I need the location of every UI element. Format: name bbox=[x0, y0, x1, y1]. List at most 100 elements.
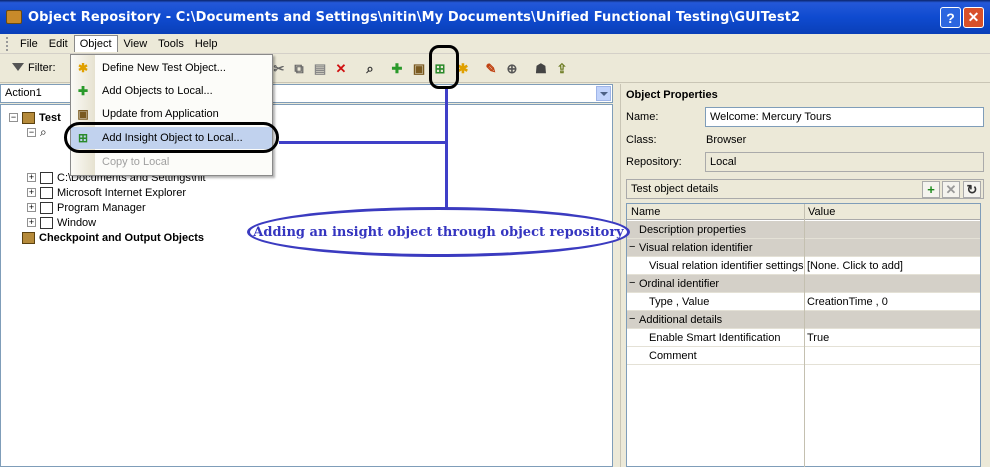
expand-icon[interactable]: + bbox=[27, 203, 36, 212]
class-label: Class: bbox=[626, 134, 657, 146]
tree-root-label: Test bbox=[39, 111, 61, 124]
expand-icon[interactable]: + bbox=[27, 218, 36, 227]
expand-icon[interactable]: + bbox=[27, 188, 36, 197]
repository-field: Local bbox=[705, 152, 984, 172]
menu-item-label: Add Objects to Local... bbox=[102, 85, 213, 97]
object-properties-panel: Object Properties Name: Welcome: Mercury… bbox=[620, 84, 990, 467]
green-plus-icon: ✚ bbox=[77, 84, 89, 98]
annotation-line bbox=[445, 89, 448, 210]
tree-item-label: Program Manager bbox=[57, 201, 146, 214]
collapse-icon[interactable]: − bbox=[27, 128, 36, 137]
menu-help[interactable]: Help bbox=[190, 36, 223, 52]
grid-header-value: Value bbox=[808, 206, 836, 218]
annotation-ellipse-menu-item bbox=[64, 122, 279, 153]
collapse-icon[interactable]: − bbox=[629, 277, 635, 289]
object-menu: ✱ Define New Test Object... ✚ Add Object… bbox=[70, 54, 273, 176]
highlight-icon[interactable]: ✎ bbox=[482, 60, 500, 78]
filter-label: Filter: bbox=[28, 62, 56, 74]
grid-row-name: Enable Smart Identification bbox=[649, 332, 781, 344]
chevron-down-icon[interactable] bbox=[596, 86, 611, 101]
tree-root[interactable]: − Test bbox=[9, 110, 61, 125]
grid-row-value[interactable]: True bbox=[807, 332, 829, 344]
grid-row-name: Comment bbox=[649, 350, 697, 362]
grid-row-name: Ordinal identifier bbox=[639, 278, 720, 290]
star-icon: ✱ bbox=[77, 61, 89, 75]
tree-browser-node[interactable]: − ⌕ bbox=[27, 125, 47, 140]
browser-icon: ⌕ bbox=[40, 125, 47, 139]
tree-checkpoint-node[interactable]: Checkpoint and Output Objects bbox=[22, 230, 204, 245]
menu-item-label: Copy to Local bbox=[102, 156, 170, 168]
grid-row-name: Description properties bbox=[639, 224, 746, 236]
tree-item[interactable]: + Microsoft Internet Explorer bbox=[27, 185, 186, 200]
close-button[interactable]: ✕ bbox=[963, 7, 984, 28]
repository-label: Repository: bbox=[626, 156, 682, 168]
find-icon[interactable]: ⌕ bbox=[361, 60, 379, 78]
menu-item-define-new-test-object[interactable]: ✱ Define New Test Object... bbox=[71, 57, 272, 79]
tree-checkpoint-label: Checkpoint and Output Objects bbox=[39, 231, 205, 244]
grid-row-name: Additional details bbox=[639, 314, 723, 326]
menu-tools[interactable]: Tools bbox=[153, 36, 189, 52]
remove-property-icon[interactable]: ✕ bbox=[942, 181, 960, 198]
update-icon[interactable]: ▣ bbox=[410, 60, 428, 78]
class-value: Browser bbox=[706, 134, 747, 146]
menu-object[interactable]: Object bbox=[73, 35, 118, 52]
paste-icon[interactable]: ▤ bbox=[311, 60, 329, 78]
spy-icon[interactable]: ☗ bbox=[532, 60, 550, 78]
menu-edit[interactable]: Edit bbox=[44, 36, 73, 52]
window-icon bbox=[40, 201, 53, 214]
tree-item-label: Window bbox=[57, 216, 97, 229]
menu-item-copy-to-local: Copy to Local bbox=[71, 151, 272, 173]
grid-row-value[interactable]: [None. Click to add] bbox=[807, 260, 903, 272]
grid-row-name: Visual relation identifier bbox=[639, 242, 753, 254]
annotation-text: Adding an insight object through object … bbox=[253, 224, 624, 240]
menu-file[interactable]: File bbox=[15, 36, 43, 52]
checkpoint-folder-icon bbox=[22, 231, 35, 244]
tree-item-label: Microsoft Internet Explorer bbox=[57, 186, 186, 199]
expand-icon[interactable]: + bbox=[27, 173, 36, 182]
menu-item-label: Define New Test Object... bbox=[102, 62, 226, 74]
collapse-icon[interactable]: − bbox=[9, 113, 18, 122]
name-field[interactable]: Welcome: Mercury Tours bbox=[705, 107, 984, 127]
menu-item-label: Update from Application bbox=[102, 108, 219, 120]
add-property-icon[interactable]: + bbox=[922, 181, 940, 198]
export-icon[interactable]: ⇪ bbox=[553, 60, 571, 78]
annotation-line bbox=[279, 141, 446, 144]
menu-grip bbox=[6, 36, 9, 51]
details-label: Test object details bbox=[631, 183, 719, 195]
repository-update-icon: ▣ bbox=[77, 107, 89, 121]
delete-icon[interactable]: ✕ bbox=[332, 60, 350, 78]
locate-icon[interactable]: ⊕ bbox=[503, 60, 521, 78]
refresh-icon[interactable]: ↻ bbox=[963, 181, 981, 198]
window-icon bbox=[40, 186, 53, 199]
column-divider bbox=[804, 204, 805, 467]
grid-header-name: Name bbox=[631, 206, 661, 218]
action-select-value: Action1 bbox=[5, 87, 42, 99]
test-object-details-header: Test object details + ✕ ↻ bbox=[626, 179, 984, 199]
add-objects-icon[interactable]: ✚ bbox=[388, 60, 406, 78]
menu-bar: File Edit Object View Tools Help bbox=[0, 34, 990, 54]
repository-folder-icon bbox=[22, 111, 35, 124]
grid-row-name: Visual relation identifier settings bbox=[649, 260, 804, 272]
grid-row-name: Type , Value bbox=[649, 296, 710, 308]
tree-item[interactable]: + Window bbox=[27, 215, 96, 230]
window-title: Object Repository - C:\Documents and Set… bbox=[28, 9, 801, 25]
window-icon bbox=[40, 171, 53, 184]
grid-row-value[interactable]: CreationTime , 0 bbox=[807, 296, 888, 308]
title-bar: Object Repository - C:\Documents and Set… bbox=[0, 0, 990, 34]
annotation-callout: Adding an insight object through object … bbox=[247, 207, 630, 257]
help-button[interactable]: ? bbox=[940, 7, 961, 28]
name-label: Name: bbox=[626, 111, 659, 123]
copy-icon[interactable]: ⧉ bbox=[290, 60, 308, 78]
menu-view[interactable]: View bbox=[119, 36, 153, 52]
object-repository-icon bbox=[6, 10, 22, 24]
filter-button[interactable]: Filter: bbox=[12, 62, 56, 74]
menu-item-add-objects-to-local[interactable]: ✚ Add Objects to Local... bbox=[71, 80, 272, 102]
tree-item[interactable]: + Program Manager bbox=[27, 200, 146, 215]
window-icon bbox=[40, 216, 53, 229]
collapse-icon[interactable]: − bbox=[629, 241, 635, 253]
collapse-icon[interactable]: − bbox=[629, 313, 635, 325]
properties-grid: Name Value Description properties − Visual… bbox=[626, 203, 981, 467]
panel-title: Object Properties bbox=[626, 89, 718, 101]
filter-icon bbox=[12, 62, 24, 74]
annotation-ellipse-toolbar-icon bbox=[429, 45, 459, 89]
